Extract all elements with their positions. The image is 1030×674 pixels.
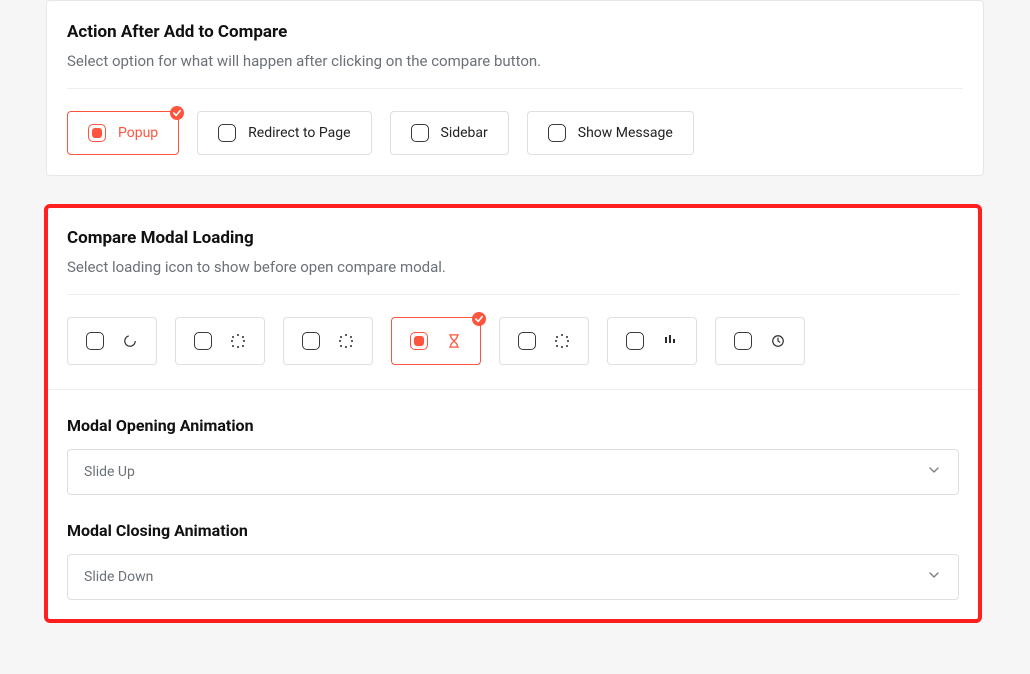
loading-option-spinner-dots-1[interactable] [175,317,265,365]
select-value: Slide Down [84,569,153,585]
field-label-open-animation: Modal Opening Animation [67,416,959,435]
chevron-down-icon [926,462,942,482]
divider [67,294,959,295]
section-subtitle: Select option for what will happen after… [67,52,963,70]
checkbox-icon [548,124,566,142]
option-redirect-to-page[interactable]: Redirect to Page [197,111,371,155]
loading-option-spinner-arc[interactable] [67,317,157,365]
option-show-message[interactable]: Show Message [527,111,694,155]
compare-modal-loading-card: Compare Modal Loading Select loading ico… [46,206,980,621]
section-title: Action After Add to Compare [67,22,963,42]
spinner-dots-icon [338,333,354,349]
chevron-down-icon [926,567,942,587]
selected-badge-icon [170,106,184,120]
checkbox-icon [518,332,536,350]
checkbox-icon [410,332,428,350]
section-subtitle: Select loading icon to show before open … [67,258,959,276]
select-value: Slide Up [84,464,135,480]
option-label: Redirect to Page [248,125,350,141]
checkbox-icon [626,332,644,350]
divider [67,88,963,89]
option-label: Show Message [578,125,673,141]
section-title: Compare Modal Loading [67,228,959,248]
option-popup[interactable]: Popup [67,111,179,155]
checkbox-icon [302,332,320,350]
open-animation-select[interactable]: Slide Up [67,449,959,495]
spinner-dots-icon [554,333,570,349]
field-label-close-animation: Modal Closing Animation [67,521,959,540]
close-animation-select[interactable]: Slide Down [67,554,959,600]
loading-option-spinner-dots-2[interactable] [283,317,373,365]
clock-icon [770,333,786,349]
selected-badge-icon [472,312,486,326]
checkbox-icon [88,124,106,142]
checkbox-icon [411,124,429,142]
action-options: Popup Redirect to Page Sidebar Show Mess… [67,111,963,155]
checkbox-icon [86,332,104,350]
action-after-compare-card: Action After Add to Compare Select optio… [46,0,984,176]
loading-option-clock[interactable] [715,317,805,365]
hourglass-icon [446,333,462,349]
bars-icon [662,333,678,349]
spinner-dots-icon [230,333,246,349]
loading-option-spinner-dots-3[interactable] [499,317,589,365]
option-label: Sidebar [441,125,488,141]
divider [47,389,979,390]
option-label: Popup [118,125,158,141]
loading-option-hourglass[interactable] [391,317,481,365]
option-sidebar[interactable]: Sidebar [390,111,509,155]
checkbox-icon [734,332,752,350]
checkbox-icon [194,332,212,350]
checkbox-icon [218,124,236,142]
spinner-arc-icon [122,333,138,349]
loading-option-bars[interactable] [607,317,697,365]
loading-icon-options [67,317,959,365]
